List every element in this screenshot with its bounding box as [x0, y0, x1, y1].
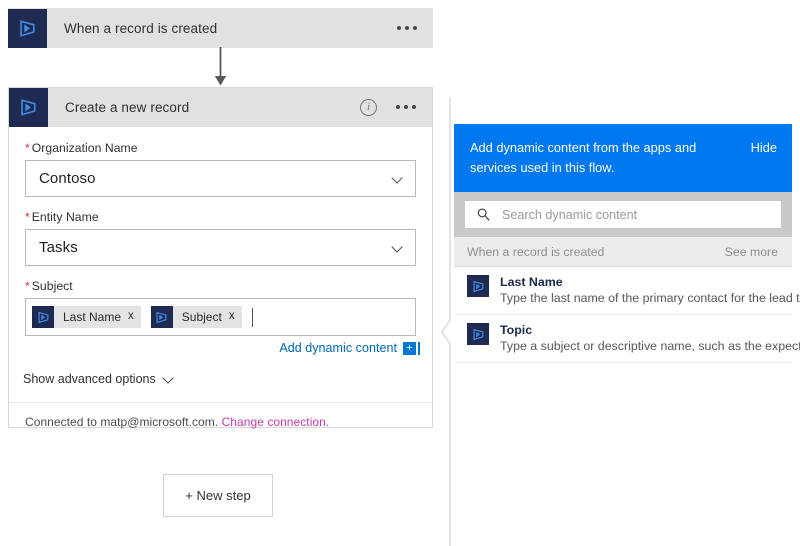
- dynamics365-icon: [32, 306, 54, 328]
- entity-name-dropdown[interactable]: Tasks: [25, 229, 416, 266]
- hide-panel-button[interactable]: Hide: [751, 138, 777, 158]
- dynamics365-icon: [9, 88, 48, 127]
- dynamic-content-item-text: Topic Type a subject or descriptive name…: [500, 322, 800, 355]
- chevron-down-icon: [393, 242, 404, 253]
- token-label: Last Name: [54, 310, 128, 324]
- flow-connector-arrow: [212, 47, 229, 87]
- field-label-entity-name: *Entity Name: [25, 210, 416, 224]
- dynamic-content-search-area: Search dynamic content: [454, 192, 792, 237]
- trigger-card-title: When a record is created: [64, 21, 395, 36]
- connection-text: Connected to matp@microsoft.com.: [25, 415, 218, 429]
- label-text: Subject: [32, 279, 73, 293]
- dynamics365-icon: [151, 306, 173, 328]
- dynamic-content-panel: Add dynamic content from the apps and se…: [454, 124, 792, 546]
- label-text: Entity Name: [32, 210, 99, 224]
- dynamic-content-item[interactable]: Topic Type a subject or descriptive name…: [454, 315, 792, 363]
- required-marker: *: [25, 141, 30, 155]
- item-title: Last Name: [500, 274, 800, 290]
- required-marker: *: [25, 210, 30, 224]
- dynamic-content-item-text: Last Name Type the last name of the prim…: [500, 274, 800, 307]
- item-description: Type the last name of the primary contac…: [500, 290, 800, 307]
- dynamic-token[interactable]: Last Name x: [32, 306, 141, 328]
- dynamic-content-header-text: Add dynamic content from the apps and se…: [470, 138, 751, 178]
- show-advanced-options-toggle[interactable]: Show advanced options: [23, 372, 416, 386]
- subject-input[interactable]: Last Name x Subject x: [25, 298, 416, 336]
- add-dynamic-content-link[interactable]: Add dynamic content: [279, 341, 397, 355]
- search-icon: [476, 207, 491, 222]
- item-title: Topic: [500, 322, 800, 338]
- add-dynamic-content-row[interactable]: Add dynamic content: [25, 341, 416, 355]
- text-caret: [252, 308, 253, 327]
- label-text: Organization Name: [32, 141, 138, 155]
- panel-divider: [440, 98, 452, 546]
- action-card[interactable]: Create a new record i *Organization Name…: [8, 87, 433, 428]
- close-icon[interactable]: x: [229, 311, 242, 323]
- required-marker: *: [25, 279, 30, 293]
- field-organization-name: *Organization Name Contoso: [25, 141, 416, 197]
- chevron-down-icon: [393, 173, 404, 184]
- dynamic-content-header: Add dynamic content from the apps and se…: [454, 124, 792, 192]
- trigger-card-actions: [395, 22, 419, 34]
- show-advanced-options-label: Show advanced options: [23, 372, 156, 386]
- dynamics365-icon: [8, 9, 47, 48]
- change-connection-link[interactable]: Change connection.: [222, 415, 330, 429]
- organization-name-value: Contoso: [39, 170, 393, 187]
- close-icon[interactable]: x: [128, 311, 141, 323]
- connection-footer: Connected to matp@microsoft.com. Change …: [9, 403, 432, 429]
- action-card-header[interactable]: Create a new record i: [9, 88, 432, 127]
- action-card-body: *Organization Name Contoso *Entity Name …: [9, 127, 432, 386]
- dynamic-content-group-header: When a record is created See more: [454, 237, 792, 267]
- search-input[interactable]: Search dynamic content: [465, 201, 781, 228]
- chevron-down-icon: [163, 373, 175, 385]
- trigger-card[interactable]: When a record is created: [8, 8, 433, 48]
- info-icon[interactable]: i: [360, 99, 377, 116]
- action-card-actions: i: [360, 99, 418, 116]
- field-label-subject: *Subject: [25, 279, 416, 293]
- dynamic-content-item[interactable]: Last Name Type the last name of the prim…: [454, 267, 792, 315]
- field-label-organization-name: *Organization Name: [25, 141, 416, 155]
- ellipsis-icon[interactable]: [395, 22, 419, 34]
- field-subject: *Subject Last Name x: [25, 279, 416, 355]
- ellipsis-icon[interactable]: [394, 101, 418, 113]
- search-placeholder: Search dynamic content: [502, 208, 637, 222]
- dynamics365-icon: [467, 323, 489, 345]
- token-label: Subject: [173, 310, 229, 324]
- entity-name-value: Tasks: [39, 239, 393, 256]
- new-step-button[interactable]: + New step: [163, 474, 273, 517]
- add-plus-icon[interactable]: [403, 342, 416, 355]
- field-entity-name: *Entity Name Tasks: [25, 210, 416, 266]
- trigger-card-header[interactable]: When a record is created: [8, 8, 433, 48]
- dynamic-token[interactable]: Subject x: [151, 306, 242, 328]
- organization-name-dropdown[interactable]: Contoso: [25, 160, 416, 197]
- see-more-button[interactable]: See more: [725, 245, 778, 259]
- dynamics365-icon: [467, 275, 489, 297]
- item-description: Type a subject or descriptive name, such…: [500, 338, 800, 355]
- action-card-title: Create a new record: [65, 100, 360, 115]
- group-name: When a record is created: [467, 245, 725, 259]
